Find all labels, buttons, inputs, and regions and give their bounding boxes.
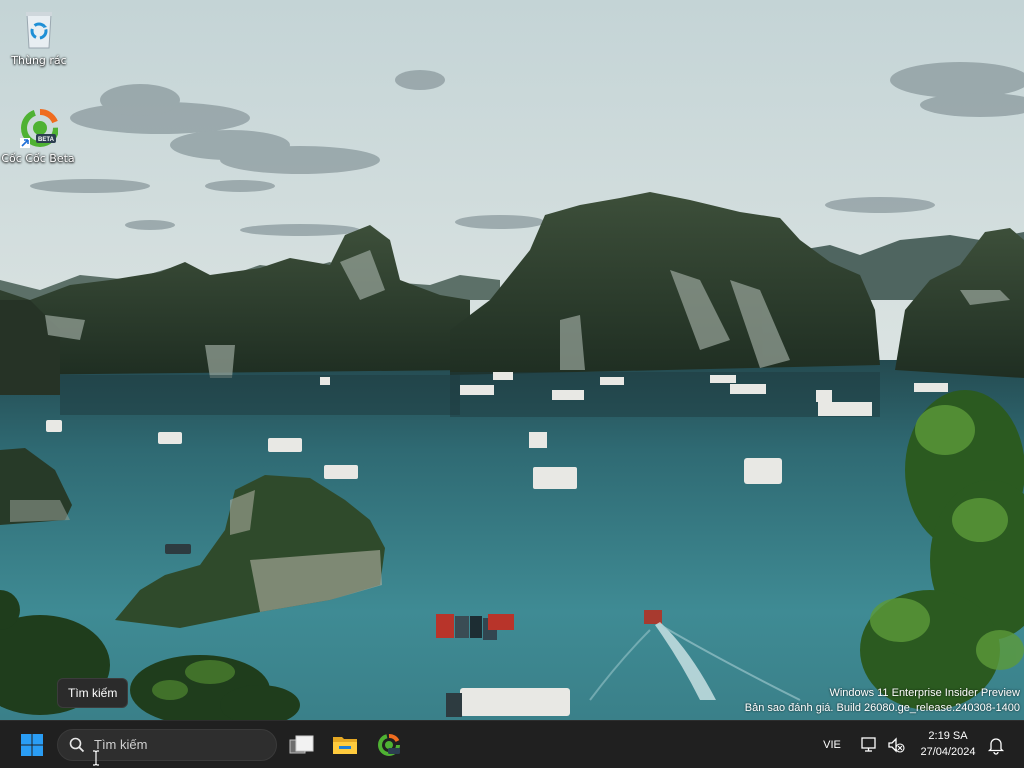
file-explorer-icon [333,737,357,754]
windows-watermark: Windows 11 Enterprise Insider Preview Bả… [745,686,1020,716]
watermark-edition: Windows 11 Enterprise Insider Preview [829,687,1020,699]
taskbar-clock[interactable]: 2:19 SA 27/04/2024 [912,728,984,760]
input-language-indicator[interactable]: VIE [814,721,850,769]
desktop-icon-label: Cốc Cốc Beta [1,152,75,165]
desktop-icon-label: Thùng rác [11,54,67,67]
clock-time: 2:19 SA [928,730,968,742]
windows-start-icon [21,734,43,756]
desktop-icon-coccoc-beta[interactable]: BETA Cốc Cốc Beta [0,108,76,165]
coccoc-beta-icon: BETA [18,108,59,148]
search-icon [69,737,85,753]
task-view-button[interactable] [281,725,321,765]
svg-text:BETA: BETA [38,137,55,143]
recycle-bin-icon [19,10,59,50]
volume-muted-icon[interactable] [886,735,906,755]
coccoc-icon [378,734,400,756]
start-button[interactable] [12,725,52,765]
taskbar: Tìm kiếm VIE 2:19 SA 27/04/2024 [0,720,1024,768]
desktop-icon-recycle-bin[interactable]: Thùng rác [1,10,77,67]
task-view-icon [289,735,314,754]
clock-date: 27/04/2024 [920,746,976,758]
wallpaper-halong-bay [0,0,1024,720]
file-explorer-button[interactable] [325,725,365,765]
watermark-build: Bản sao đánh giá. Build 26080.ge_release… [744,702,1020,714]
search-placeholder: Tìm kiếm [94,737,148,752]
desktop: Thùng rác BETA Cốc Cốc Beta Windows 11 E… [0,0,1024,720]
taskbar-search-box[interactable]: Tìm kiếm [57,729,277,761]
search-tooltip: Tìm kiếm [57,678,129,708]
coccoc-taskbar-button[interactable] [369,725,409,765]
text-cursor-icon [92,750,100,770]
network-icon[interactable] [860,735,880,755]
notification-bell-icon[interactable] [986,735,1006,755]
